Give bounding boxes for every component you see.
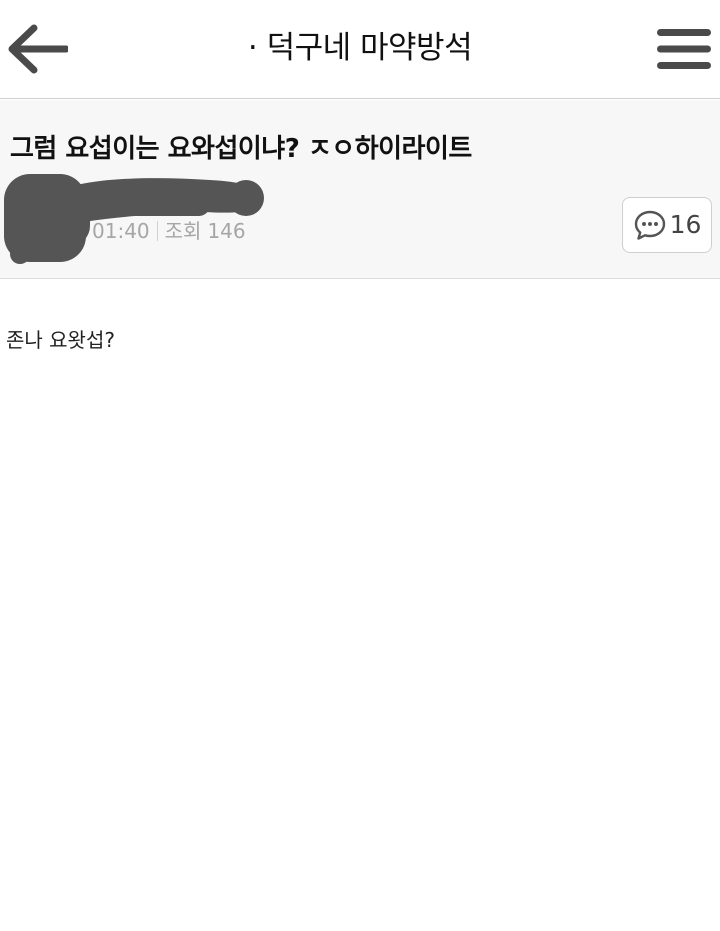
views-label: 조회 (164, 219, 202, 243)
board-title: · 덕구네 마약방석 (247, 30, 473, 66)
post-header: 그럼 요섭이는 요와섭이냐? ㅈㅇ하이라이트 01:40 조회 146 16 (0, 100, 720, 279)
post-title: 그럼 요섭이는 요와섭이냐? ㅈㅇ하이라이트 (10, 134, 472, 164)
views-count: 146 (207, 219, 246, 243)
menu-button[interactable] (648, 18, 720, 80)
hamburger-menu-icon (657, 29, 711, 69)
post-body: 존나 요왓섭? (6, 328, 115, 352)
comment-count: 16 (669, 210, 702, 239)
app-header: · 덕구네 마약방석 (0, 0, 720, 99)
speech-bubble-icon (634, 210, 665, 240)
meta-divider (156, 221, 158, 241)
post-time: 01:40 (92, 219, 150, 243)
comment-button[interactable]: 16 (622, 197, 712, 253)
post-meta: 01:40 조회 146 (92, 217, 246, 245)
